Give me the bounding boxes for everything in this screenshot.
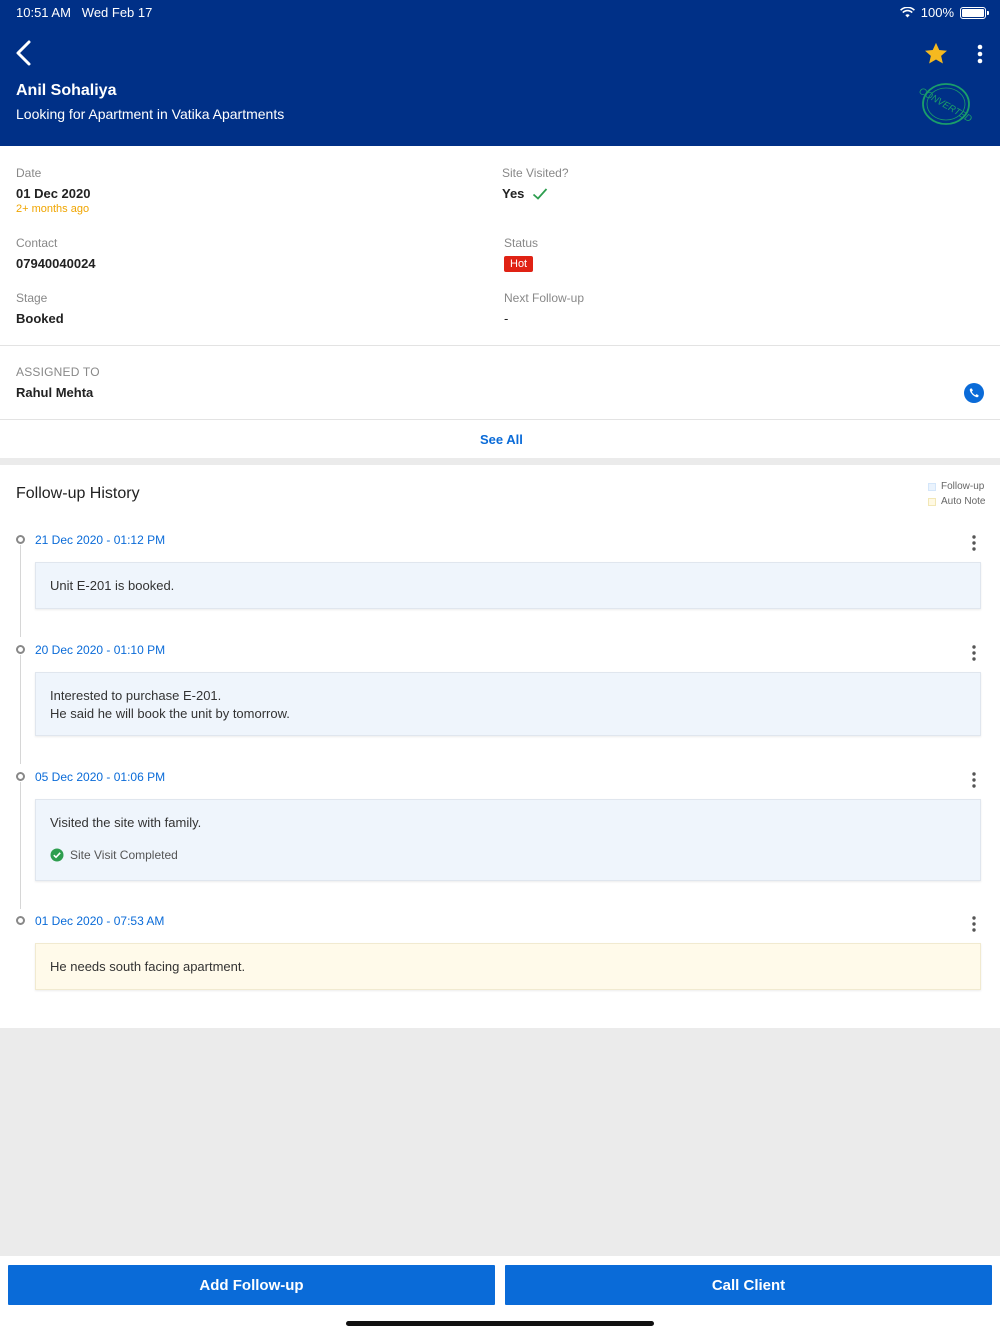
status-bar: 10:51 AM Wed Feb 17 100% <box>0 0 1000 24</box>
entry-datetime: 21 Dec 2020 - 01:12 PM <box>35 533 166 547</box>
lead-details: Date 01 Dec 2020 2+ months ago Site Visi… <box>0 146 1000 346</box>
battery-percent: 100% <box>920 5 954 20</box>
status-label: Status <box>504 236 539 250</box>
entry-datetime: 05 Dec 2020 - 01:06 PM <box>35 770 166 784</box>
site-visit-tag-label: Site Visit Completed <box>70 848 178 862</box>
more-vertical-icon <box>972 645 976 661</box>
entry-note: He needs south facing apartment. <box>50 959 246 974</box>
check-circle-icon <box>50 848 64 862</box>
more-vertical-icon <box>972 772 976 788</box>
battery-icon <box>960 6 989 19</box>
see-all-link[interactable]: See All <box>480 432 523 447</box>
svg-text:CONVERTED: CONVERTED <box>918 86 974 125</box>
add-followup-button[interactable]: Add Follow-up <box>8 1265 495 1305</box>
legend-autonote-label: Auto Note <box>941 496 986 507</box>
star-icon <box>925 42 947 64</box>
contact-value[interactable]: 07940040024 <box>16 256 96 271</box>
next-followup-value: - <box>504 311 509 326</box>
site-visit-tag: Site Visit Completed <box>50 846 966 864</box>
timeline-line <box>20 782 21 909</box>
date-value: 01 Dec 2020 <box>16 186 91 201</box>
entry-more-button[interactable] <box>966 914 982 934</box>
followup-card[interactable]: Unit E-201 is booked. <box>35 562 981 609</box>
home-indicator <box>346 1321 654 1326</box>
followup-card[interactable]: Interested to purchase E-201. He said he… <box>35 672 981 736</box>
call-client-button[interactable]: Call Client <box>505 1265 992 1305</box>
phone-icon <box>969 388 979 398</box>
more-vertical-icon <box>977 44 983 64</box>
client-name: Anil Sohaliya <box>16 82 117 99</box>
wifi-icon <box>899 7 915 18</box>
timeline-dot <box>16 645 25 654</box>
followup-card[interactable]: Visited the site with family. Site Visit… <box>35 799 981 881</box>
favorite-button[interactable] <box>922 40 950 68</box>
bottom-action-bar: Add Follow-up Call Client <box>0 1256 1000 1334</box>
site-visited-value: Yes <box>502 186 548 201</box>
entry-note: He said he will book the unit by tomorro… <box>50 706 290 721</box>
client-requirement: Looking for Apartment in Vatika Apartmen… <box>16 106 285 122</box>
followup-history: Follow-up History Follow-up Auto Note 21… <box>0 465 1000 1028</box>
entry-more-button[interactable] <box>966 770 982 790</box>
timeline-line <box>20 655 21 764</box>
next-followup-label: Next Follow-up <box>504 291 585 305</box>
checkmark-icon <box>533 187 548 200</box>
entry-datetime: 20 Dec 2020 - 01:10 PM <box>35 643 166 657</box>
date-label: Date <box>16 166 42 180</box>
assigned-to-section: ASSIGNED TO Rahul Mehta <box>0 346 1000 420</box>
call-assignee-button[interactable] <box>964 383 984 403</box>
entry-datetime: 01 Dec 2020 - 07:53 AM <box>35 914 165 928</box>
timeline-line <box>20 545 21 637</box>
stage-value: Booked <box>16 311 64 326</box>
header-more-button[interactable] <box>970 41 990 67</box>
status-badge: Hot <box>504 256 534 272</box>
back-button[interactable] <box>10 36 38 70</box>
more-vertical-icon <box>972 916 976 932</box>
assigned-label: ASSIGNED TO <box>16 365 100 379</box>
history-title: Follow-up History <box>16 485 140 502</box>
legend-autonote-swatch <box>928 497 936 506</box>
entry-more-button[interactable] <box>966 643 982 663</box>
timeline-dot <box>16 916 25 925</box>
timeline-dot <box>16 772 25 781</box>
assigned-name: Rahul Mehta <box>16 385 94 400</box>
contact-label: Contact <box>16 236 58 250</box>
legend-followup-swatch <box>928 482 936 491</box>
stage-label: Stage <box>16 291 48 305</box>
more-vertical-icon <box>972 535 976 551</box>
status-time: 10:51 AM Wed Feb 17 <box>16 5 153 20</box>
timeline-dot <box>16 535 25 544</box>
auto-note-card[interactable]: He needs south facing apartment. <box>35 943 981 990</box>
legend-followup-label: Follow-up <box>941 481 985 492</box>
entry-note: Unit E-201 is booked. <box>50 578 175 593</box>
chevron-left-icon <box>16 40 31 66</box>
history-legend: Follow-up Auto Note <box>928 479 985 509</box>
date-ago: 2+ months ago <box>16 203 90 215</box>
entry-more-button[interactable] <box>966 533 982 553</box>
entry-note: Visited the site with family. <box>50 815 202 830</box>
site-visited-label: Site Visited? <box>502 166 569 180</box>
converted-stamp: CONVERTED <box>918 83 974 125</box>
see-all-row: See All <box>0 420 1000 458</box>
entry-note: Interested to purchase E-201. <box>50 688 222 703</box>
lead-header: Anil Sohaliya Looking for Apartment in V… <box>0 24 1000 146</box>
